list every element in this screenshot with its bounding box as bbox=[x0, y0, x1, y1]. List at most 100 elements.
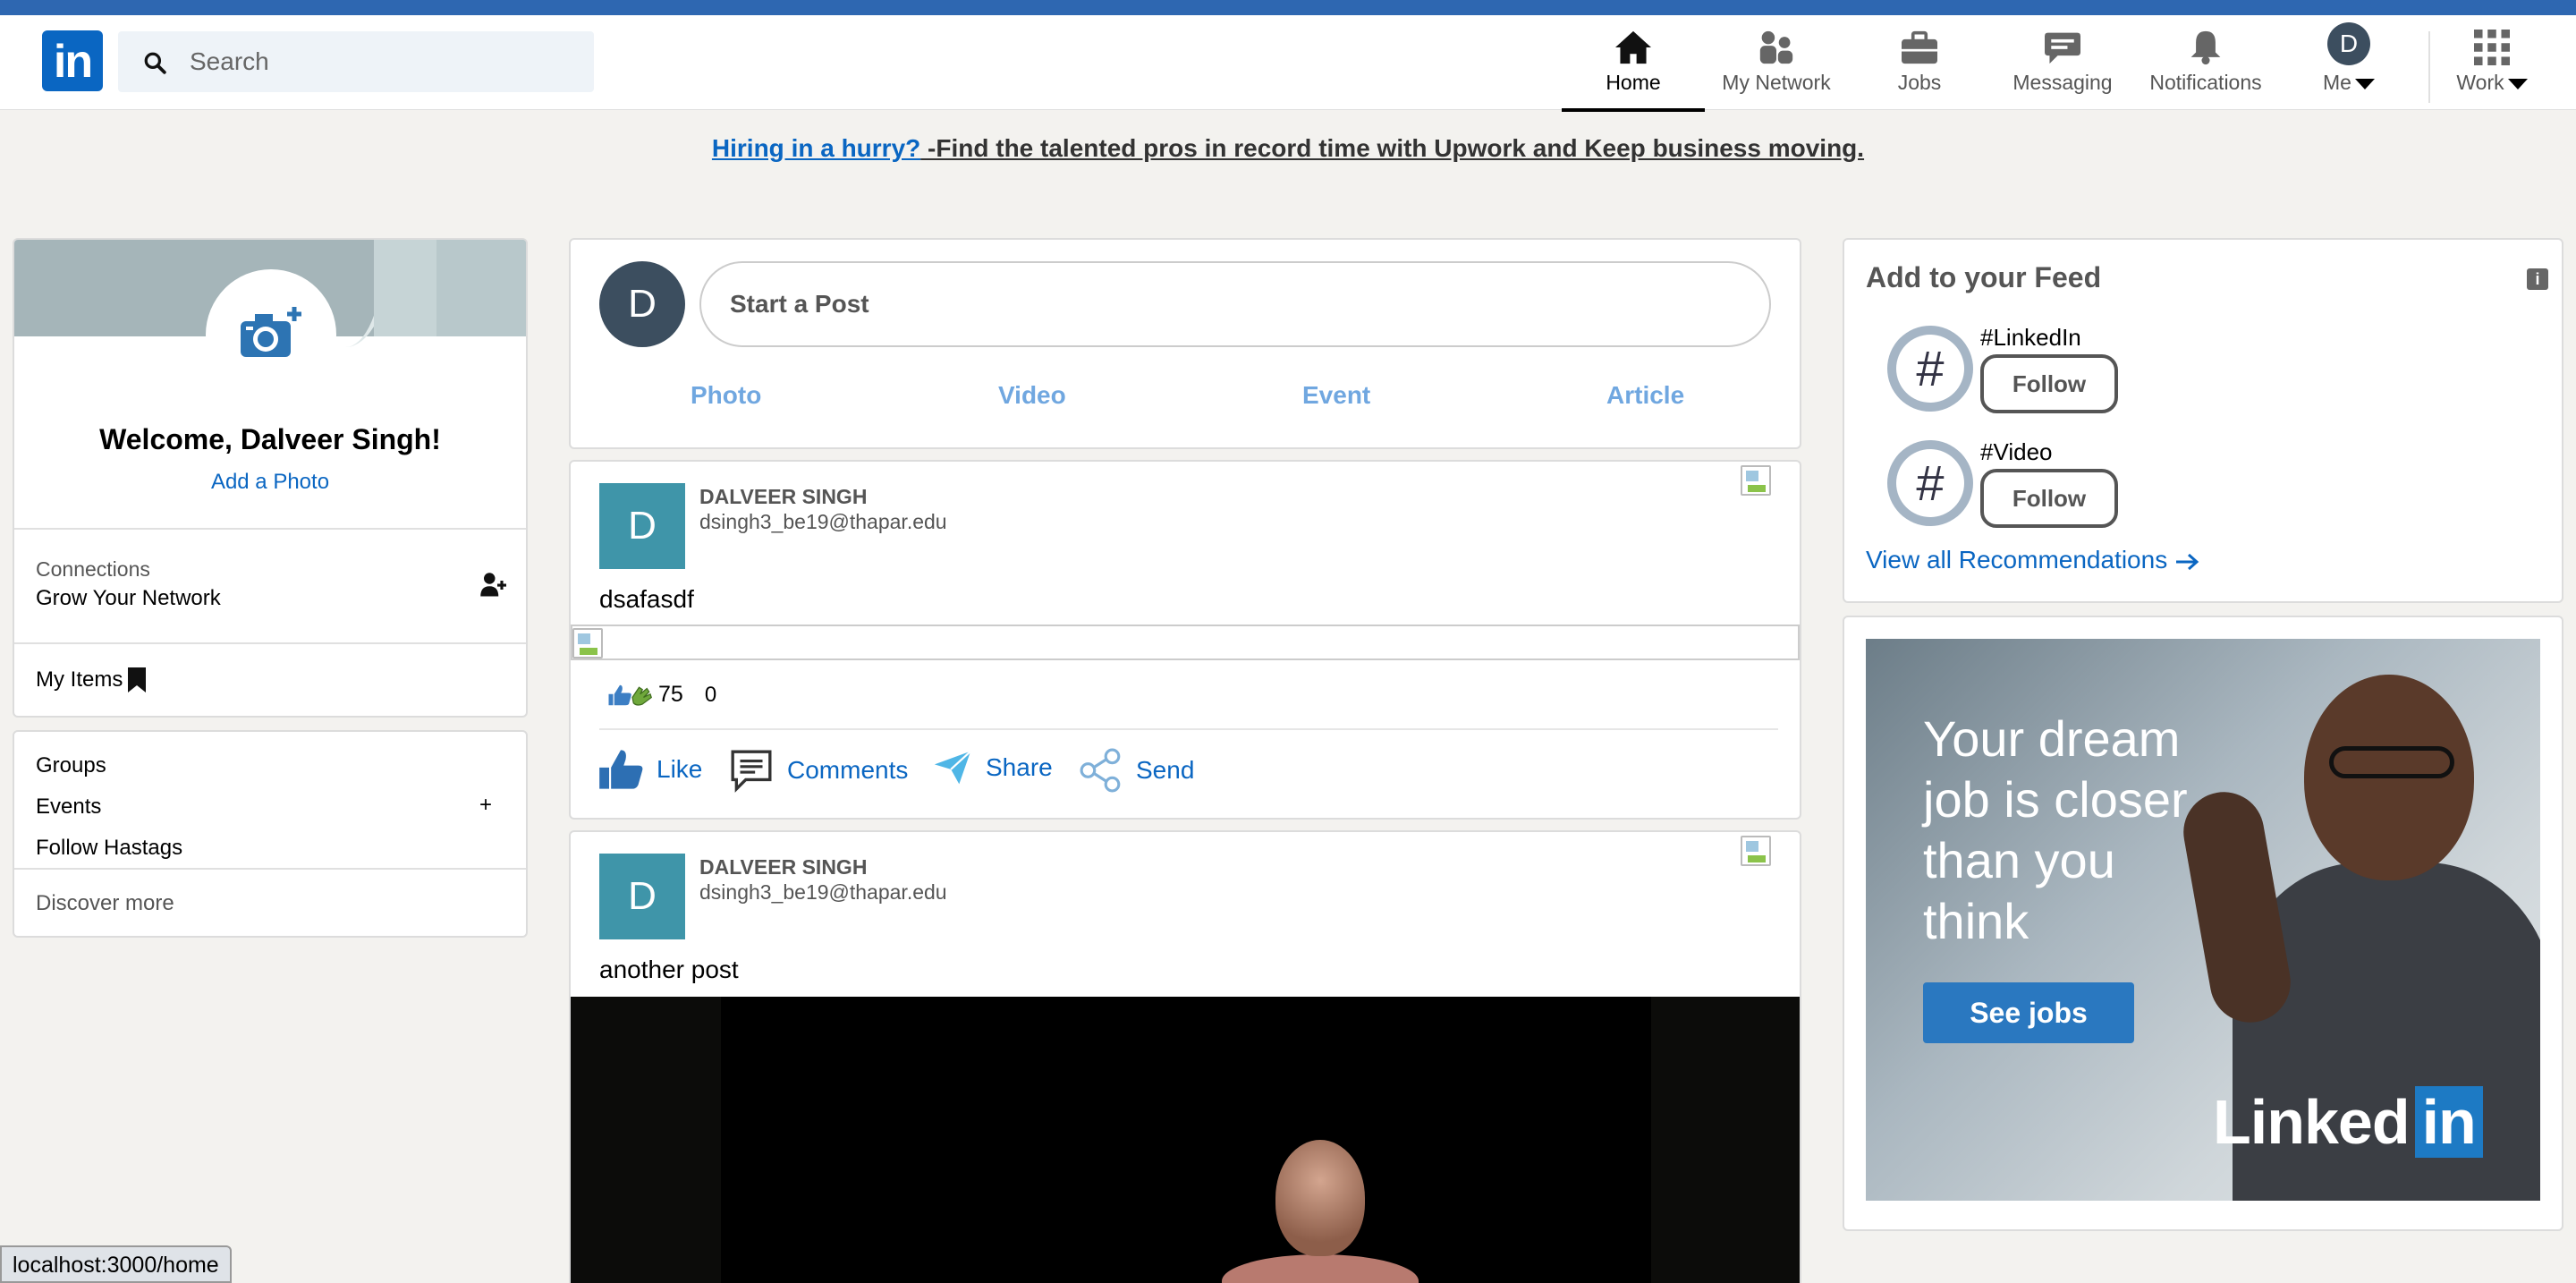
avatar: D bbox=[2327, 22, 2370, 65]
nav-me-label-wrap: Me bbox=[2277, 71, 2420, 95]
message-icon bbox=[2039, 24, 2086, 65]
like-button[interactable]: Like bbox=[597, 748, 702, 791]
hashtag-avatar: # bbox=[1887, 326, 1973, 412]
brand-right: in bbox=[2414, 1086, 2483, 1158]
discover-more-link[interactable]: Discover more bbox=[36, 891, 174, 916]
video-person-shoulders bbox=[1222, 1254, 1419, 1283]
groups-card: Groups Events + Follow Hastags Discover … bbox=[13, 730, 528, 938]
nav-messaging[interactable]: Messaging bbox=[1991, 24, 2134, 110]
post-image bbox=[571, 625, 1800, 660]
promo-banner: Hiring in a hurry? -Find the talented pr… bbox=[0, 134, 2576, 163]
clap-reaction-icon bbox=[631, 685, 652, 706]
comment-count: 0 bbox=[704, 682, 717, 707]
nav-my-network[interactable]: My Network bbox=[1705, 24, 1848, 110]
search-box[interactable] bbox=[118, 31, 594, 92]
me-avatar-wrap: D bbox=[2326, 22, 2372, 65]
groups-link[interactable]: Groups bbox=[36, 753, 106, 778]
hashtag-icon: # bbox=[1896, 335, 1964, 403]
ad-line: Your dream bbox=[1923, 710, 2181, 767]
nav-home[interactable]: Home bbox=[1562, 24, 1705, 112]
video-frame bbox=[721, 997, 1651, 1283]
view-all-recommendations-link[interactable]: View all Recommendations bbox=[1866, 546, 2199, 574]
ad-line: think bbox=[1923, 893, 2029, 949]
promo-link[interactable]: Hiring in a hurry? bbox=[712, 134, 920, 162]
post-text: another post bbox=[599, 956, 739, 983]
grow-network-label[interactable]: Grow Your Network bbox=[36, 586, 221, 611]
share-nodes-icon bbox=[1080, 748, 1121, 793]
broken-image-icon bbox=[1741, 836, 1771, 866]
article-button[interactable]: Article bbox=[1606, 381, 1684, 410]
ad-headline: Your dream job is closer than you think bbox=[1923, 709, 2188, 952]
add-event-button[interactable]: + bbox=[479, 787, 492, 823]
nav-jobs[interactable]: Jobs bbox=[1848, 24, 1991, 110]
grid-icon bbox=[2469, 24, 2515, 65]
avatar[interactable]: D bbox=[599, 854, 685, 939]
reaction-summary[interactable]: 75 0 bbox=[606, 682, 716, 708]
ad-line: than you bbox=[1923, 832, 2115, 888]
video-button[interactable]: Video bbox=[998, 381, 1066, 410]
banner-stripe bbox=[374, 240, 436, 336]
share-button[interactable]: Share bbox=[932, 748, 1053, 787]
post-video[interactable] bbox=[571, 997, 1800, 1283]
post-card: D DALVEER SINGH dsingh3_be19@thapar.edu … bbox=[569, 460, 1801, 820]
nav-home-label: Home bbox=[1606, 71, 1661, 94]
my-items-link[interactable]: My Items bbox=[36, 667, 147, 692]
post-author-name[interactable]: DALVEER SINGH bbox=[699, 855, 867, 879]
nav-notifications-label: Notifications bbox=[2149, 71, 2262, 94]
nav-messaging-label: Messaging bbox=[2012, 71, 2113, 94]
connections-label[interactable]: Connections bbox=[36, 557, 150, 582]
add-to-feed-card: Add to your Feed i # #LinkedIn Follow # … bbox=[1843, 238, 2563, 603]
profile-card: Welcome, Dalveer Singh! Add a Photo Conn… bbox=[13, 238, 528, 718]
events-link[interactable]: Events bbox=[36, 794, 101, 820]
photo-button[interactable]: Photo bbox=[691, 381, 761, 410]
avatar[interactable]: D bbox=[599, 483, 685, 569]
feed-title: Add to your Feed bbox=[1866, 261, 2102, 293]
comment-icon bbox=[731, 750, 772, 793]
search-input[interactable] bbox=[190, 42, 574, 81]
divider bbox=[599, 728, 1778, 730]
add-photo-link[interactable]: Add a Photo bbox=[14, 470, 526, 495]
hashtag-icon: # bbox=[1896, 449, 1964, 517]
follow-button[interactable]: Follow bbox=[1980, 469, 2118, 528]
arrow-right-icon bbox=[2175, 553, 2199, 570]
bell-icon bbox=[2182, 24, 2229, 65]
add-person-icon[interactable] bbox=[479, 572, 506, 599]
view-all-label: View all Recommendations bbox=[1866, 546, 2168, 574]
post-author-email: dsingh3_be19@thapar.edu bbox=[699, 880, 947, 904]
nav-jobs-label: Jobs bbox=[1897, 71, 1942, 94]
send-label: Send bbox=[1136, 756, 1195, 784]
start-post-input[interactable]: Start a Post bbox=[699, 261, 1771, 347]
jobs-ad[interactable]: Your dream job is closer than you think … bbox=[1866, 639, 2540, 1201]
nav-me[interactable]: D Me bbox=[2277, 22, 2420, 110]
post-author-email: dsingh3_be19@thapar.edu bbox=[699, 510, 947, 533]
send-button[interactable]: Send bbox=[1079, 748, 1194, 793]
my-items-label: My Items bbox=[36, 667, 123, 692]
top-navbar: in Home My Network Jobs Messaging Notifi… bbox=[0, 15, 2576, 112]
send-plane-icon bbox=[934, 750, 971, 785]
promo-text[interactable]: -Find the talented pros in record time w… bbox=[920, 134, 1864, 162]
brand-left: Linked bbox=[2213, 1087, 2411, 1157]
ad-line: job is closer bbox=[1923, 771, 2188, 828]
follow-button[interactable]: Follow bbox=[1980, 354, 2118, 413]
hashtag-name[interactable]: #Video bbox=[1980, 438, 2053, 466]
nav-work[interactable]: Work bbox=[2420, 24, 2563, 110]
hashtag-name[interactable]: #LinkedIn bbox=[1980, 324, 2081, 352]
comments-button[interactable]: Comments bbox=[728, 748, 908, 793]
follow-hashtags-link[interactable]: Follow Hastags bbox=[36, 836, 182, 861]
linkedin-logo[interactable]: in bbox=[42, 30, 103, 91]
info-icon[interactable]: i bbox=[2527, 268, 2548, 290]
nav-notifications[interactable]: Notifications bbox=[2134, 24, 2277, 110]
nav-work-label: Work bbox=[2456, 71, 2504, 94]
post-text: dsafasdf bbox=[599, 585, 694, 613]
see-jobs-button[interactable]: See jobs bbox=[1923, 982, 2134, 1043]
post-author-name[interactable]: DALVEER SINGH bbox=[699, 485, 867, 509]
ad-card: Your dream job is closer than you think … bbox=[1843, 616, 2563, 1231]
home-icon bbox=[1610, 24, 1657, 65]
divider bbox=[14, 868, 526, 870]
compose-card: D Start a Post Photo Video Event Article bbox=[569, 238, 1801, 449]
nav-my-network-label: My Network bbox=[1722, 71, 1831, 94]
chevron-down-icon bbox=[2354, 78, 2375, 89]
event-button[interactable]: Event bbox=[1302, 381, 1370, 410]
nav-work-label-wrap: Work bbox=[2420, 71, 2563, 95]
add-photo-avatar[interactable] bbox=[206, 269, 336, 400]
